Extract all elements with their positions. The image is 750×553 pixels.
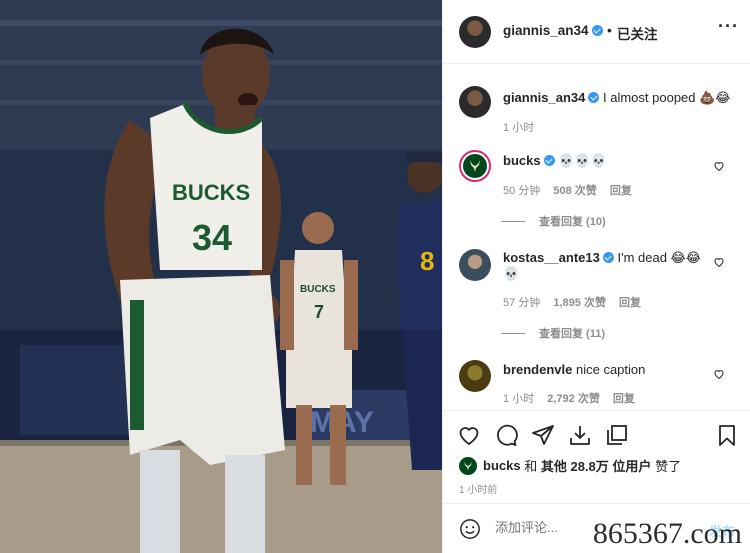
view-replies-label[interactable]: 查看回复 (11) (539, 325, 605, 341)
watermark-text: 865367.com (592, 517, 742, 550)
view-replies-button[interactable]: 查看回复 (10) (501, 213, 606, 229)
author-avatar[interactable] (459, 16, 491, 48)
comment-row-bucks: bucks 💀💀💀 (503, 153, 607, 169)
emoji-icon[interactable] (459, 518, 481, 540)
jersey-team: BUCKS (172, 180, 250, 205)
post-photo[interactable]: MAY 8 BUCKS 7 (0, 0, 442, 553)
likes-suffix[interactable]: 位用户 (612, 456, 651, 475)
post-header: giannis_an34 • 已关注 ··· (443, 0, 750, 64)
comment-meta-kostas: 57 分钟 1,895 次赞 回复 (503, 294, 651, 310)
likes-count[interactable]: 28.8万 (570, 456, 608, 475)
opponent-number: 8 (420, 246, 434, 276)
likes-summary: bucks 和 其他 28.8万 位用户 赞了 (459, 456, 681, 475)
like-comment-heart-icon[interactable] (713, 160, 725, 172)
comment-avatar-kostas[interactable] (459, 249, 491, 281)
teammate-jersey-team: BUCKS (300, 284, 336, 295)
comment-meta-bucks: 50 分钟 508 次赞 回复 (503, 182, 642, 198)
comment-time: 50 分钟 (503, 185, 541, 197)
likes-liked: 赞了 (655, 459, 682, 474)
action-bar (443, 410, 750, 458)
caption-time: 1 小时 (503, 119, 544, 135)
view-replies-button[interactable]: 查看回复 (11) (501, 325, 605, 341)
comment-text: nice caption (575, 362, 646, 377)
caption-text: I almost pooped 💩😂 (603, 90, 731, 105)
author-username-row[interactable]: giannis_an34 (503, 23, 603, 38)
verified-icon (588, 92, 600, 103)
like-heart-icon[interactable] (457, 423, 481, 447)
separator-dot: • (607, 22, 612, 38)
following-button[interactable]: 已关注 (617, 23, 658, 43)
caption-avatar[interactable] (459, 86, 491, 118)
verified-icon (591, 25, 603, 36)
like-comment-heart-icon[interactable] (713, 256, 725, 268)
caption-row: giannis_an34 I almost pooped 💩😂 (503, 90, 731, 106)
likes-others[interactable]: 其他 (541, 456, 567, 475)
copy-icon[interactable] (605, 423, 629, 447)
share-paper-plane-icon[interactable] (531, 423, 555, 447)
comment-bubble-icon[interactable] (494, 423, 518, 447)
comment-time: 1 小时 (503, 393, 535, 405)
caption-timestamp: 1 小时 (503, 122, 535, 134)
download-icon[interactable] (568, 423, 592, 447)
photo-scene: MAY 8 BUCKS 7 (0, 0, 442, 553)
save-bookmark-icon[interactable] (715, 423, 739, 447)
comment-row-kostas: kostas__ante13 I'm dead 😂😂 (503, 250, 701, 266)
comment-username[interactable]: kostas__ante13 (503, 250, 600, 265)
post-side-panel: giannis_an34 • 已关注 ··· giannis_an34 I al… (442, 0, 750, 553)
comment-likes[interactable]: 1,895 次赞 (553, 297, 606, 309)
comment-username[interactable]: bucks (503, 153, 541, 168)
like-comment-heart-icon[interactable] (713, 368, 725, 380)
view-replies-label[interactable]: 查看回复 (10) (539, 213, 606, 229)
verified-icon (602, 252, 614, 263)
reply-button[interactable]: 回复 (613, 393, 635, 405)
comment-time: 57 分钟 (503, 297, 541, 309)
comment-likes[interactable]: 2,792 次赞 (547, 393, 600, 405)
comment-meta-brendenvle: 1 小时 2,792 次赞 回复 (503, 390, 645, 406)
liker-avatar-bucks-icon[interactable] (459, 456, 477, 475)
liker-username[interactable]: bucks (483, 458, 521, 473)
reply-button[interactable]: 回复 (619, 297, 641, 309)
comment-likes[interactable]: 508 次赞 (553, 185, 596, 197)
comment-text: I'm dead 😂😂 (617, 250, 701, 265)
post-timestamp: 1 小时前 (459, 485, 498, 496)
comment-row-brendenvle: brendenvle nice caption (503, 362, 645, 377)
teammate-number: 7 (314, 302, 324, 322)
jersey-number: 34 (192, 217, 232, 258)
reply-button[interactable]: 回复 (610, 185, 632, 197)
caption-username[interactable]: giannis_an34 (503, 90, 585, 105)
comment-username[interactable]: brendenvle (503, 362, 572, 377)
comment-text: 💀💀💀 (558, 153, 607, 168)
comment-avatar-bucks[interactable] (459, 150, 491, 182)
likes-and: 和 (524, 459, 538, 474)
verified-icon (543, 155, 555, 166)
more-options-icon[interactable]: ··· (718, 17, 739, 35)
comment-text-line2: 💀 (503, 266, 520, 281)
bucks-logo-icon (463, 154, 487, 178)
comment-avatar-brendenvle[interactable] (459, 360, 491, 392)
author-username[interactable]: giannis_an34 (503, 23, 589, 38)
